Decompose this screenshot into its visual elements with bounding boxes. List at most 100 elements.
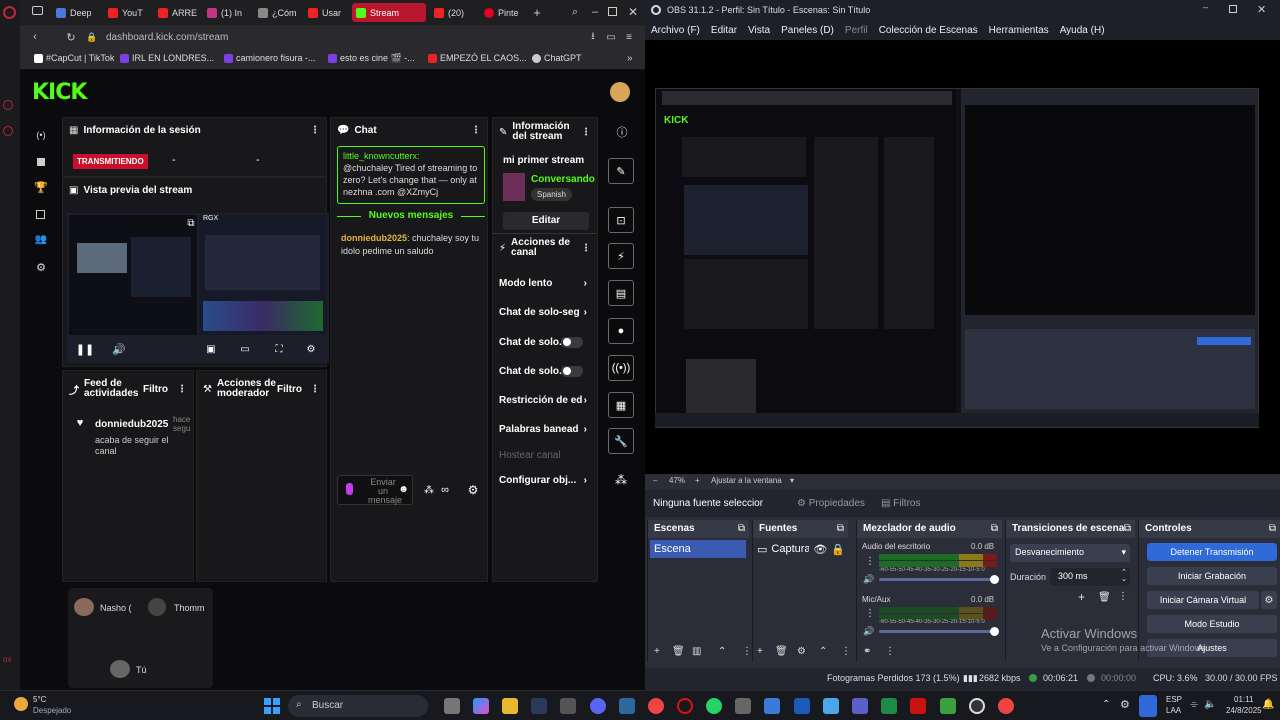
stepper-icon[interactable]: ⌃ ⌄ xyxy=(1121,569,1127,583)
emote-chat-toggle[interactable] xyxy=(561,366,583,377)
add-source-icon[interactable]: + xyxy=(757,646,763,657)
workspaces-icon[interactable] xyxy=(32,6,43,15)
dock-undock-icon[interactable]: ⧉ xyxy=(1269,523,1276,534)
dock-undock-icon[interactable]: ⧉ xyxy=(1124,523,1131,534)
pinned-message[interactable]: little_knowncutterx: @chuchaley Tired of… xyxy=(337,146,485,204)
tray-icon[interactable]: ⚙ xyxy=(1120,698,1130,711)
menu-file[interactable]: Archivo (F) xyxy=(651,25,700,36)
chrome-icon-2[interactable] xyxy=(998,698,1014,714)
source-more-icon[interactable]: ⋮ xyxy=(841,646,851,657)
close-button[interactable]: ✕ xyxy=(626,4,640,20)
raid-button[interactable]: ⊡ xyxy=(608,207,634,233)
whatsapp-icon[interactable] xyxy=(706,698,722,714)
bookmark-capcut[interactable]: #CapCut | TikTok xyxy=(34,53,114,63)
clock-time[interactable]: 01:11 xyxy=(1234,695,1253,704)
source-settings-icon[interactable]: ⚙ xyxy=(797,646,806,657)
app-icon-4[interactable] xyxy=(823,698,839,714)
bookmark-chatgpt[interactable]: ChatGPT xyxy=(532,53,582,63)
copilot-icon[interactable] xyxy=(473,698,489,714)
tab-howto[interactable]: ¿Cóm xyxy=(254,3,300,22)
action-subs-chat[interactable]: Chat de solo... xyxy=(499,337,591,348)
chat-bubble-button[interactable]: ● xyxy=(608,318,634,344)
tab-youtube-2[interactable]: ARRE xyxy=(154,3,200,22)
store-icon[interactable] xyxy=(764,698,780,714)
tab-youtube[interactable]: YouT xyxy=(104,3,150,22)
bookmark-camionero[interactable]: camionero fisura -... xyxy=(224,53,316,63)
menu-docks[interactable]: Paneles (D) xyxy=(781,25,834,36)
tab-pinterest[interactable]: Pinte xyxy=(480,3,524,22)
sidebar-more-icon[interactable]: ox xyxy=(3,655,16,668)
url-text[interactable]: dashboard.kick.com/stream xyxy=(106,32,228,43)
eye-icon[interactable]: 👁 xyxy=(813,543,827,556)
file-explorer-icon[interactable] xyxy=(502,698,518,714)
avatar[interactable] xyxy=(610,82,630,102)
transition-select[interactable]: Desvanecimiento ▾ xyxy=(1010,544,1130,562)
sidebar-history-icon[interactable] xyxy=(3,126,13,136)
taskbar-search[interactable]: ⌕ Buscar xyxy=(288,695,428,717)
minimize-button[interactable]: – xyxy=(588,4,602,20)
mic-tray-icon[interactable] xyxy=(1139,695,1157,717)
teams-icon[interactable] xyxy=(852,698,868,714)
app-icon-7[interactable] xyxy=(940,698,956,714)
broadcast-button[interactable]: ((•)) xyxy=(608,355,634,381)
new-tab-button[interactable]: + xyxy=(530,4,544,20)
mixer-link-icon[interactable]: ⚭ xyxy=(863,646,871,657)
language-indicator[interactable]: ESP xyxy=(1166,695,1182,704)
wallet-icon[interactable]: ▭ xyxy=(604,30,618,44)
chat-settings-icon[interactable]: ⚙ xyxy=(465,482,481,498)
opera-icon[interactable] xyxy=(677,698,693,714)
maximize-button[interactable] xyxy=(608,7,617,16)
action-host-channel[interactable]: Hostear canal xyxy=(499,450,591,461)
bookmark-cine[interactable]: esto es cine 🎬 -... xyxy=(328,53,415,64)
stream-video[interactable]: RGX ⧉ ❚❚ 🔊 ▣ ▭ ⛶ ⚙ xyxy=(67,213,329,363)
obs-taskbar-icon[interactable] xyxy=(969,698,985,714)
edit-stream-button[interactable]: Editar xyxy=(503,212,589,230)
action-slow-mode[interactable]: Modo lento › xyxy=(499,278,591,289)
obs-preview[interactable]: KICK xyxy=(645,40,1280,474)
menu-profile[interactable]: Perfil xyxy=(845,25,868,36)
dock-undock-icon[interactable]: ⧉ xyxy=(837,523,844,534)
session-menu-icon[interactable]: ⋮ xyxy=(310,125,320,136)
zoom-in-button[interactable]: + xyxy=(695,476,700,485)
menu-scene-collection[interactable]: Colección de Escenas xyxy=(879,25,978,36)
steam-icon[interactable] xyxy=(531,698,547,714)
mic-audio-slider[interactable] xyxy=(879,627,999,636)
fullscreen-icon[interactable]: ⛶ xyxy=(273,343,285,355)
zoom-out-button[interactable]: – xyxy=(653,476,657,485)
action-banned-words[interactable]: Palabras banead › xyxy=(499,424,591,435)
scene-filter-icon[interactable]: ▥ xyxy=(692,646,701,657)
menu-view[interactable]: Vista xyxy=(748,25,770,36)
weather-icon[interactable] xyxy=(14,697,28,711)
app-icon-3[interactable] xyxy=(735,698,751,714)
download-icon[interactable]: ⭳ xyxy=(586,30,600,44)
guest-name-1[interactable]: Nasho ( xyxy=(100,603,132,613)
mic-speaker-icon[interactable]: 🔊 xyxy=(863,626,874,637)
pinned-username[interactable]: little_knowncutterx: xyxy=(343,151,420,161)
chat-infinity-icon[interactable]: ∞ xyxy=(437,483,453,497)
mixer-more-icon[interactable]: ⋮ xyxy=(885,646,895,657)
scene-up-icon[interactable]: ⌃ xyxy=(718,646,726,657)
chat-input[interactable]: Enviar un mensaje ☻ xyxy=(337,475,413,505)
add-scene-icon[interactable]: + xyxy=(654,646,660,657)
bookmarks-overflow-icon[interactable]: » xyxy=(627,53,633,64)
popout-icon[interactable]: ⧉ xyxy=(185,217,197,229)
desktop-audio-menu-icon[interactable]: ⋮ xyxy=(865,556,875,567)
properties-button[interactable]: ⚙ Propiedades xyxy=(797,498,865,509)
task-view-icon[interactable] xyxy=(444,698,460,714)
tab-kick-stream[interactable]: Stream xyxy=(352,3,426,22)
back-button[interactable]: ‹ xyxy=(28,30,42,44)
frame-rail-icon[interactable] xyxy=(36,210,45,219)
stream-category[interactable]: Conversando xyxy=(531,174,595,185)
network-icon[interactable]: ⌯ xyxy=(1190,699,1198,710)
chat-menu-icon[interactable]: ⋮ xyxy=(471,125,481,136)
mic-audio-menu-icon[interactable]: ⋮ xyxy=(865,608,875,619)
fit-window-select[interactable]: Ajustar a la ventana xyxy=(711,476,782,485)
sidebar-speed-dial-icon[interactable] xyxy=(3,100,13,110)
remove-transition-icon[interactable]: 🗑 xyxy=(1098,592,1111,603)
app-icon-5[interactable] xyxy=(881,698,897,714)
volume-icon[interactable]: 🔈 xyxy=(1204,699,1216,710)
tray-overflow-icon[interactable]: ⌃ xyxy=(1102,699,1110,710)
settings-rail-icon[interactable]: ⚙ xyxy=(34,260,48,274)
opera-logo-icon[interactable] xyxy=(3,6,16,19)
grid-rail-icon[interactable] xyxy=(37,158,45,166)
